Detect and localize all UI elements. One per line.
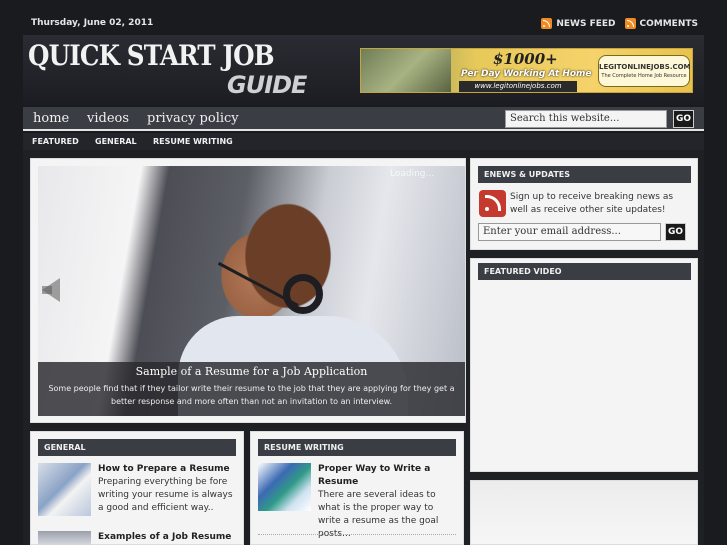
comments-label: COMMENTS xyxy=(639,18,698,29)
banner-brand-badge: LEGITONLINEJOBS.COM The Complete Home Jo… xyxy=(598,55,691,87)
main-nav: home videos privacy policy Search this w… xyxy=(23,107,704,131)
subnav-item-resume-writing[interactable]: RESUME WRITING xyxy=(153,137,233,146)
slide-title[interactable]: Sample of a Resume for a Job Application xyxy=(38,365,465,378)
banner-brand-tagline: The Complete Home Job Resource xyxy=(601,73,687,79)
banner-url: www.legitonlinejobs.com xyxy=(459,81,577,92)
slide-caption: Sample of a Resume for a Job Application… xyxy=(38,362,465,416)
header-ad-banner[interactable]: $1000+ Per Day Working At Home www.legit… xyxy=(360,48,693,93)
rss-icon xyxy=(541,18,553,29)
nav-item-videos[interactable]: videos xyxy=(87,111,129,126)
rss-icon xyxy=(624,18,636,29)
slide-description: Some people find that if they tailor wri… xyxy=(48,384,455,406)
current-date: Thursday, June 02, 2011 xyxy=(31,18,154,28)
featured-slider[interactable]: Loading... Sample of a Resume for a Job … xyxy=(38,166,465,416)
post-excerpt: Preparing everything be fore writing you… xyxy=(98,477,233,513)
subnav-item-general[interactable]: GENERAL xyxy=(95,137,137,146)
site-logo-line2[interactable]: GUIDE xyxy=(227,71,307,99)
banner-subline: Per Day Working At Home xyxy=(461,69,592,79)
slider-prev-arrow-icon[interactable] xyxy=(42,278,60,302)
banner-headline: $1000+ xyxy=(493,50,558,68)
slider-loading-text: Loading... xyxy=(390,169,435,179)
featured-video-widget xyxy=(470,258,698,472)
subnav-item-featured[interactable]: FEATURED xyxy=(32,137,79,146)
category-nav: FEATURED GENERAL RESUME WRITING xyxy=(23,133,704,150)
post-title[interactable]: Examples of a Job Resume xyxy=(98,531,238,544)
post-divider xyxy=(258,534,456,535)
site-header: QUICK START JOB GUIDE $1000+ Per Day Wor… xyxy=(23,35,704,105)
enews-description: Sign up to receive breaking news as well… xyxy=(510,192,674,215)
email-field[interactable]: Enter your email address... xyxy=(478,223,661,241)
post-title[interactable]: Proper Way to Write a Resume xyxy=(318,463,458,489)
rss-icon xyxy=(479,190,506,217)
featured-video-heading: FEATURED VIDEO xyxy=(478,263,691,280)
post-title[interactable]: How to Prepare a Resume xyxy=(98,463,238,476)
top-links: NEWS FEED COMMENTS xyxy=(541,18,698,29)
post-thumbnail[interactable] xyxy=(38,463,91,516)
enews-heading: ENEWS & UPDATES xyxy=(478,166,691,183)
post-thumbnail[interactable] xyxy=(38,531,91,545)
news-feed-label: NEWS FEED xyxy=(556,18,616,29)
email-go-button[interactable]: GO xyxy=(665,223,686,241)
site-logo-line1[interactable]: QUICK START JOB xyxy=(28,39,275,72)
search-go-button[interactable]: GO xyxy=(673,110,694,128)
sidebar-widget xyxy=(470,480,698,545)
headset-shape xyxy=(283,274,323,314)
general-heading: GENERAL xyxy=(38,439,236,456)
resume-writing-heading: RESUME WRITING xyxy=(258,439,456,456)
nav-item-home[interactable]: home xyxy=(33,111,69,126)
top-bar: Thursday, June 02, 2011 NEWS FEED COMMEN… xyxy=(23,13,704,35)
banner-brand: LEGITONLINEJOBS.COM xyxy=(599,63,691,71)
search-input[interactable]: Search this website... xyxy=(505,110,667,128)
money-image xyxy=(361,49,451,92)
news-feed-link[interactable]: NEWS FEED xyxy=(541,18,616,29)
nav-item-privacy-policy[interactable]: privacy policy xyxy=(147,111,239,126)
post-thumbnail[interactable] xyxy=(258,463,311,511)
comments-link[interactable]: COMMENTS xyxy=(624,18,698,29)
